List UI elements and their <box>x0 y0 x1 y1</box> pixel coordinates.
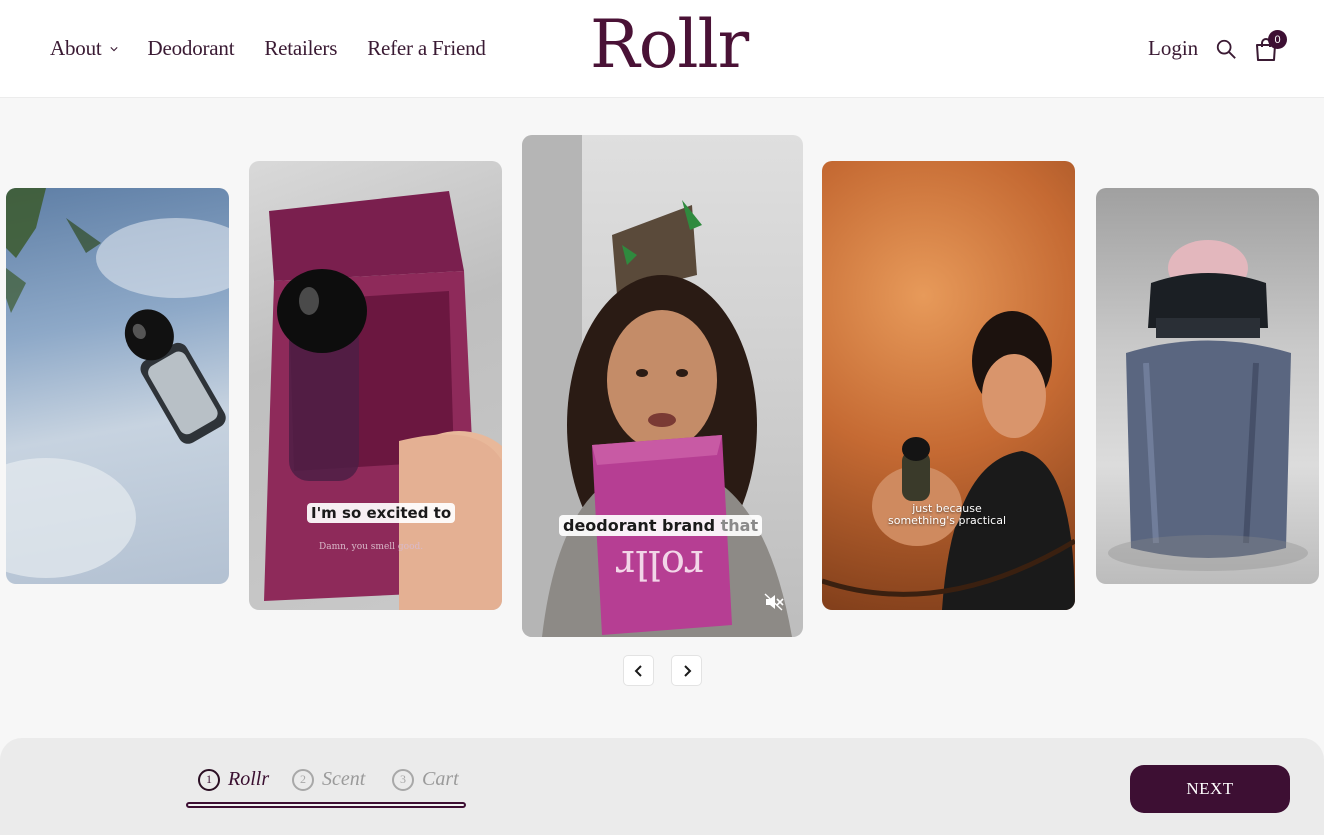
search-icon[interactable] <box>1215 38 1237 60</box>
video-slide-2[interactable]: Damn, you smell good. I'm so excited to <box>249 161 502 610</box>
box-logo-text: rollr <box>615 541 704 587</box>
cart-count-badge: 0 <box>1268 30 1287 49</box>
slide-3-caption: deodorant brand that <box>559 515 763 536</box>
nav-label: About <box>50 36 102 60</box>
carousel-next-button[interactable] <box>671 655 702 686</box>
caption-bold: deodorant brand <box>563 516 716 535</box>
step-scent[interactable]: 2 Scent <box>292 768 365 791</box>
chevron-left-icon <box>634 664 642 677</box>
site-logo[interactable]: Rollr <box>590 12 749 78</box>
login-link[interactable]: Login <box>1148 36 1198 61</box>
step-cart[interactable]: 3 Cart <box>392 768 459 791</box>
nav-item-about[interactable]: About <box>50 36 118 61</box>
step-progress-bar <box>186 802 466 808</box>
caption-light: that <box>720 516 759 535</box>
nav-item-deodorant[interactable]: Deodorant <box>148 36 235 61</box>
mute-icon[interactable] <box>764 593 784 611</box>
step-number: 2 <box>292 768 314 791</box>
video-slide-1[interactable] <box>6 188 229 584</box>
sky-product-image <box>6 188 229 578</box>
slide-2-caption: I'm so excited to <box>307 503 456 523</box>
nav-item-retailers[interactable]: Retailers <box>264 36 337 61</box>
next-button[interactable]: NEXT <box>1130 765 1290 813</box>
main-nav: About Deodorant Retailers Refer a Friend <box>50 36 486 61</box>
chevron-right-icon <box>683 664 691 677</box>
site-header: About Deodorant Retailers Refer a Friend… <box>0 0 1324 98</box>
step-label: Cart <box>422 768 459 790</box>
jar-product-image <box>1108 240 1308 571</box>
chevron-down-icon <box>109 46 118 51</box>
video-slide-4[interactable]: just because something's practical <box>822 161 1075 610</box>
step-number: 3 <box>392 768 414 791</box>
video-slide-5[interactable] <box>1096 188 1319 584</box>
box-text: Damn, you smell good. <box>319 542 423 552</box>
step-number: 1 <box>198 768 220 791</box>
video-slide-3-active[interactable]: rollr deodorant brand that <box>522 135 803 637</box>
carousel-prev-button[interactable] <box>623 655 654 686</box>
slide-4-caption: just because something's practical <box>888 502 1006 528</box>
nav-item-refer-a-friend[interactable]: Refer a Friend <box>367 36 486 61</box>
step-label: Rollr <box>228 768 270 790</box>
step-rollr[interactable]: 1 Rollr <box>198 768 269 791</box>
box-product-image: Damn, you smell good. <box>264 191 502 610</box>
step-label: Scent <box>322 768 366 790</box>
mirror-image <box>822 311 1075 610</box>
presenter-image: rollr <box>522 135 792 637</box>
